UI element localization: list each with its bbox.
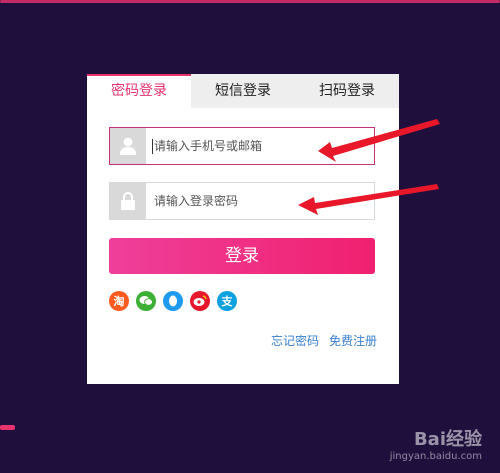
- baidu-jingyan-logo: Bai经验: [413, 429, 482, 450]
- red-arrow-account: [318, 119, 440, 162]
- annotation-arrows: [298, 119, 440, 215]
- red-arrows: [298, 119, 440, 215]
- watermark-url: jingyan.baidu.com: [389, 451, 482, 462]
- red-arrow-password: [298, 184, 439, 215]
